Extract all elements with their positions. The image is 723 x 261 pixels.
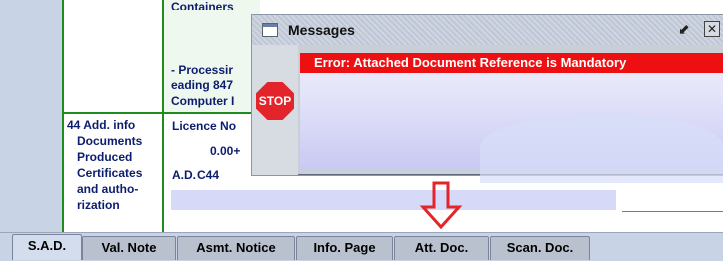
box-43-line: eading 847 — [171, 78, 234, 92]
ad-label: A.D. — [172, 168, 196, 182]
left-margin — [0, 0, 62, 232]
stop-icon: STOP — [256, 82, 294, 120]
box-44-label: Produced — [77, 150, 133, 164]
box-44-label: and autho- — [77, 182, 139, 196]
box-44-label: rization — [77, 198, 120, 211]
licence-value[interactable]: 0.00+ — [210, 144, 240, 158]
licence-label: Licence No — [172, 119, 237, 133]
tab-sad[interactable]: S.A.D. — [12, 234, 82, 260]
tab-scan-doc[interactable]: Scan. Doc. — [490, 236, 590, 260]
box-43-line: - Processir — [171, 63, 234, 77]
error-message[interactable]: Error: Attached Document Reference is Ma… — [300, 53, 723, 73]
box-44-label: Documents — [77, 134, 143, 148]
messages-title: Messages — [288, 22, 355, 38]
attached-document-input[interactable] — [171, 190, 616, 210]
tab-att-doc[interactable]: Att. Doc. — [394, 236, 489, 260]
messages-title-bar[interactable]: Messages ⬋ ✕ — [252, 15, 723, 45]
restore-icon[interactable]: ⬋ — [678, 21, 690, 38]
form-line — [62, 0, 64, 232]
decorative-wave — [480, 113, 723, 183]
form-line — [62, 112, 262, 114]
box-43-partial-label: Containers — [171, 0, 234, 10]
ad-value-field[interactable]: C44 — [197, 168, 219, 182]
box-44-label: Certificates — [77, 166, 143, 180]
field-underline — [622, 211, 723, 212]
tab-asmt-notice[interactable]: Asmt. Notice — [177, 236, 295, 260]
window-icon — [262, 23, 278, 37]
close-icon[interactable]: ✕ — [704, 21, 720, 37]
messages-window: Messages ⬋ ✕ STOP Error: Attached Docume… — [251, 14, 723, 183]
tab-info-page[interactable]: Info. Page — [296, 236, 393, 260]
box-43-line: Computer I — [171, 94, 235, 108]
form-line — [162, 0, 164, 232]
arrow-down-icon — [419, 181, 463, 229]
box-44-label: 44 Add. info — [67, 118, 136, 132]
tab-val-note[interactable]: Val. Note — [82, 236, 176, 260]
